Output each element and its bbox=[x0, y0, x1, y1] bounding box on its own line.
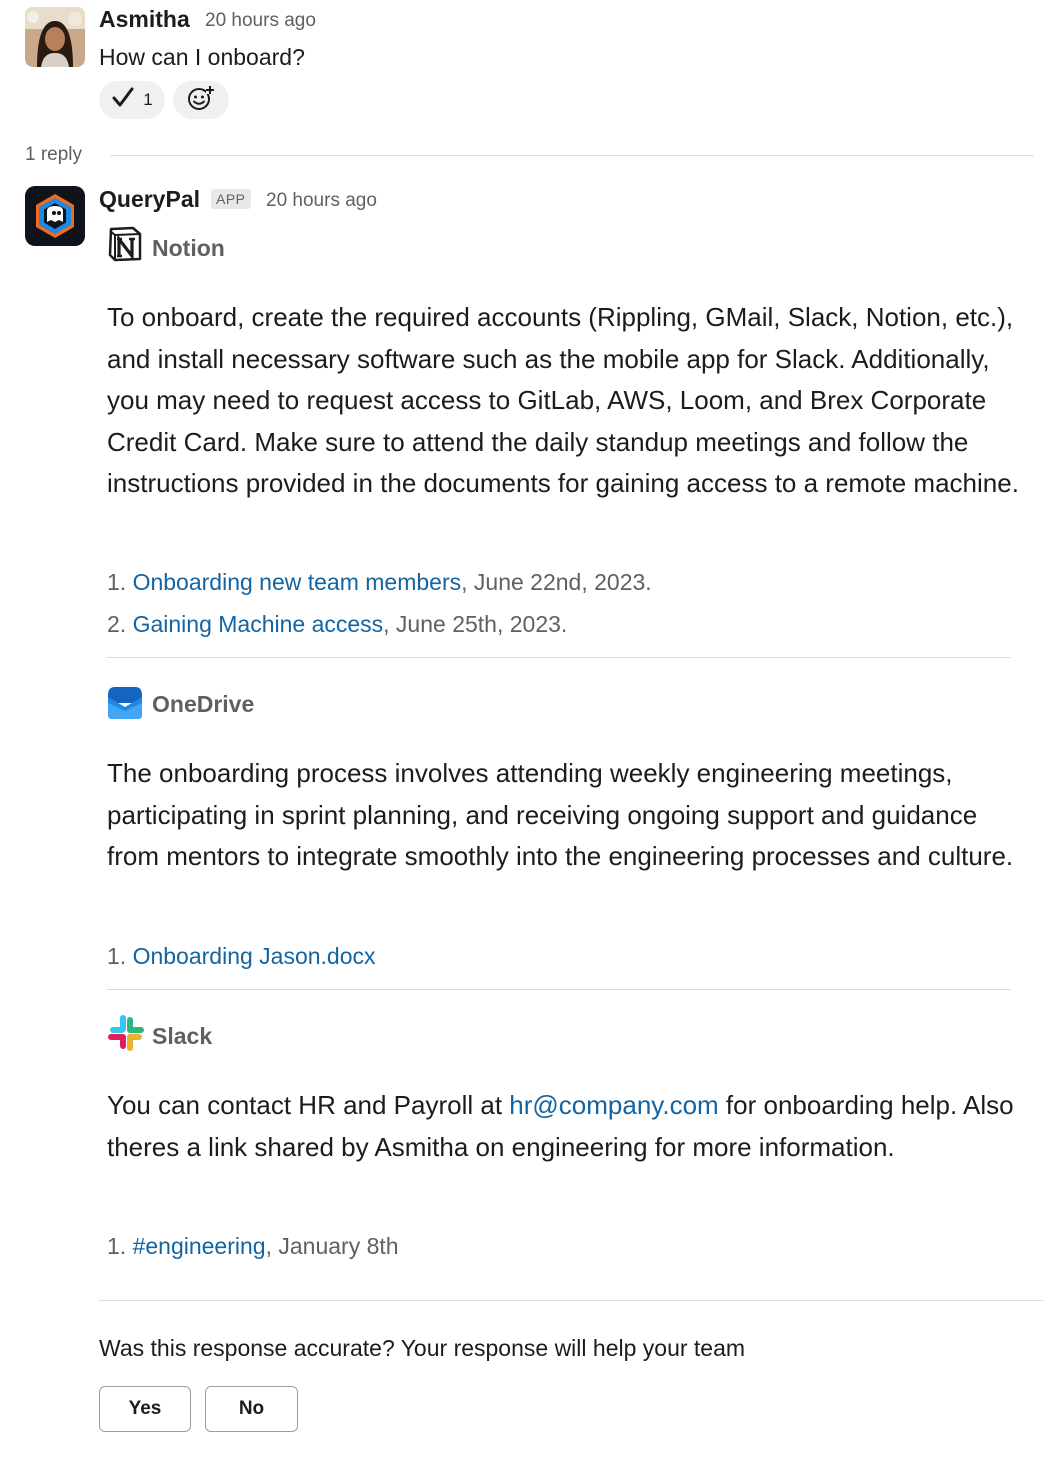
reply-timestamp[interactable]: 20 hours ago bbox=[266, 190, 377, 212]
thread-divider bbox=[110, 155, 1034, 156]
slack-reference-1: 1. #engineering, January 8th bbox=[107, 1233, 399, 1259]
feedback-divider bbox=[99, 1300, 1044, 1301]
app-badge: APP bbox=[211, 189, 251, 209]
add-reaction-button[interactable] bbox=[173, 81, 229, 119]
onedrive-answer-text: The onboarding process involves attendin… bbox=[107, 758, 1014, 871]
message-text: How can I onboard? bbox=[99, 44, 305, 70]
slack-icon bbox=[107, 1014, 145, 1052]
source-label-notion: Notion bbox=[152, 235, 225, 261]
reaction-count: 1 bbox=[143, 90, 153, 109]
source-label-onedrive: OneDrive bbox=[152, 691, 255, 717]
notion-answer-text: To onboard, create the required accounts… bbox=[107, 302, 1019, 498]
notion-reference-1: 1. Onboarding new team members, June 22n… bbox=[107, 569, 652, 595]
section-divider bbox=[107, 657, 1011, 658]
reaction-checkmark[interactable]: 1 bbox=[99, 81, 165, 119]
yes-button[interactable]: Yes bbox=[99, 1386, 191, 1432]
email-link[interactable]: hr@company.com bbox=[509, 1090, 718, 1120]
onedrive-reference-1: 1. Onboarding Jason.docx bbox=[107, 943, 376, 969]
message-author[interactable]: Asmitha bbox=[99, 6, 190, 33]
add-reaction-icon bbox=[187, 84, 215, 117]
slack-answer-text: You can contact HR and Payroll at hr@com… bbox=[107, 1090, 1014, 1162]
reference-link[interactable]: Onboarding Jason.docx bbox=[133, 943, 376, 969]
message-timestamp[interactable]: 20 hours ago bbox=[205, 10, 316, 32]
reference-link[interactable]: Gaining Machine access bbox=[133, 611, 384, 637]
reply-count[interactable]: 1 reply bbox=[25, 144, 82, 166]
feedback-question: Was this response accurate? Your respons… bbox=[99, 1335, 746, 1361]
notion-reference-2: 2. Gaining Machine access, June 25th, 20… bbox=[107, 611, 568, 637]
checkmark-icon bbox=[111, 86, 135, 115]
source-label-slack: Slack bbox=[152, 1023, 213, 1049]
reply-author[interactable]: QueryPal bbox=[99, 186, 200, 213]
no-button[interactable]: No bbox=[205, 1386, 298, 1432]
user-avatar[interactable] bbox=[25, 7, 85, 67]
channel-link[interactable]: #engineering bbox=[133, 1233, 266, 1259]
querypal-avatar[interactable] bbox=[25, 186, 85, 246]
notion-icon bbox=[107, 226, 143, 262]
section-divider bbox=[107, 989, 1011, 990]
onedrive-icon bbox=[106, 683, 144, 721]
reference-link[interactable]: Onboarding new team members bbox=[133, 569, 462, 595]
